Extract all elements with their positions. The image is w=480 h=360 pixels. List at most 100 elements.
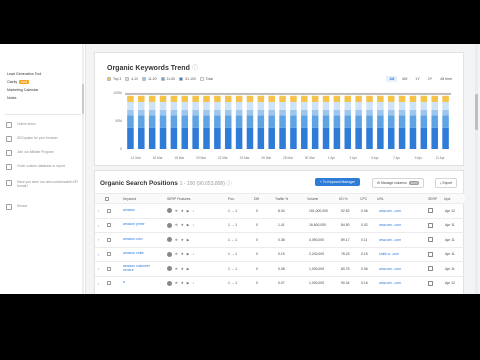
updated-date: Apr 11 [445,237,455,242]
sidebar-item[interactable]: SEOquake for your browser [6,136,82,142]
bar-11-20 [246,109,254,116]
legend-item[interactable]: 51-100 [179,77,196,81]
expand-icon[interactable]: › [98,233,99,247]
range-tab[interactable]: 1M [386,76,398,82]
range-tab[interactable]: All time [437,76,455,82]
sidebar-link[interactable]: Marketing Calendar [7,88,38,92]
bar-4-10 [138,101,145,110]
column-header[interactable]: Volume [307,194,318,203]
bar-top-3 [170,95,178,102]
sidebar-item[interactable]: Sensor [6,204,82,210]
column-header[interactable]: CPC [360,194,367,203]
column-header[interactable]: Traffic % [275,194,288,203]
legend-label: 21-50 [166,77,176,81]
row-checkbox[interactable] [107,219,111,233]
keyword-link[interactable]: amazon smile [123,248,161,262]
bar-11-20 [322,109,330,116]
row-checkbox[interactable] [107,248,111,262]
bar-4-10 [333,101,341,110]
keyword-link[interactable]: amazon [123,204,161,218]
sidebar-item-label: Join our Affiliate Program [17,150,54,154]
info-icon[interactable]: ⓘ [192,66,198,72]
kd-value: 80.76 [341,266,350,271]
legend-item[interactable]: 11-20 [142,77,157,81]
bar-11-20 [268,109,275,116]
table-row: › amazon.com ⊕ ★ ▶ 1 → 1 0 0.38 4,090,000 89.17… [95,232,465,247]
sidebar-item[interactable]: Online demo [6,122,82,128]
column-header[interactable]: URL [377,194,384,203]
expand-icon[interactable]: › [98,204,99,218]
url-link[interactable]: www.am...com [379,219,401,233]
sidebar-item-label: Have you seen our new customizable API f… [17,180,78,189]
url-link[interactable]: www.am...com [379,204,401,218]
range-tab[interactable]: 2Y [425,76,435,82]
serp-snapshot-icon[interactable] [428,248,433,262]
sidebar-item[interactable]: Join our Affiliate Program [6,150,82,156]
column-header[interactable]: Pos. [228,194,235,203]
serp-snapshot-icon[interactable] [428,219,433,233]
header-checkbox[interactable] [105,194,109,203]
url-link[interactable]: smile.a...com [379,248,399,262]
export-button[interactable]: ⤓ Export [435,178,458,188]
legend-item[interactable]: Total [199,77,213,81]
bar-21-50 [398,115,406,128]
serp-snapshot-icon[interactable] [428,204,433,218]
row-checkbox[interactable] [107,262,111,276]
bar-51-100 [344,127,352,149]
range-tab[interactable]: 6M [399,76,410,82]
expand-icon[interactable]: › [98,262,99,276]
keyword-link[interactable]: amazon customer service [123,262,161,276]
row-checkbox[interactable] [107,233,111,247]
legend-item[interactable]: Top 3 [107,77,121,81]
bar-4-10 [159,101,167,110]
bar-11-20 [257,109,265,116]
column-header[interactable]: SERP Features [167,194,191,203]
column-header[interactable]: Upd. [444,194,451,203]
sidebar-link[interactable]: Notes [7,96,16,100]
bar-top-3 [290,95,297,102]
row-checkbox[interactable] [107,277,111,291]
column-header[interactable]: SERP [428,194,437,203]
expand-icon[interactable]: › [98,248,99,262]
sidebar-link[interactable]: Lead Generation Tool [7,72,41,76]
column-header[interactable]: Diff [254,194,259,203]
kd-value: 89.17 [341,237,350,242]
sidebar-link-label: Marketing Calendar [7,88,39,92]
cpc-value: 0.02 [361,223,368,228]
manage-columns-button[interactable]: ⚙ Manage columns 14/20 [372,178,424,188]
url-link[interactable]: www.am...com [379,233,401,247]
sidebar-item[interactable]: Order custom database or report [6,164,82,170]
info-icon[interactable]: ⓘ [227,181,232,187]
serp-snapshot-icon[interactable] [428,277,433,291]
x-tick-label: 18 Mar [174,156,185,160]
sidebar-link[interactable]: Clarity NEW [7,80,29,84]
bar-4-10 [311,101,319,110]
serp-snapshot-icon[interactable] [428,233,433,247]
serp-snapshot-icon[interactable] [428,262,433,276]
keyword-link[interactable]: amazon.com [123,233,161,247]
expand-icon[interactable]: › [98,219,99,233]
url-link[interactable]: www.am...com [379,277,401,291]
serp-feature-icon [167,237,172,243]
expand-icon[interactable]: › [98,277,99,291]
kd-value: 78.23 [341,252,350,257]
bar-4-10 [246,101,254,110]
legend-swatch [125,77,130,81]
column-header[interactable]: KD % [339,194,348,203]
keyword-link[interactable]: a [123,277,161,291]
range-tab[interactable]: 1Y [412,76,422,82]
volume-value: 1,000,000 [309,281,325,286]
legend-item[interactable]: 21-50 [160,77,176,81]
to-keyword-manager-button[interactable]: + To Keyword Manager [315,178,360,186]
sidebar-scrollbar[interactable] [82,44,84,294]
url-link[interactable]: www.am...com [379,262,401,276]
bar-21-50 [355,115,362,128]
bar-11-20 [224,109,232,116]
sidebar-item[interactable]: Have you seen our new customizable API f… [6,180,82,188]
column-header[interactable]: Keyword [123,194,136,203]
sidebar-link-label: Notes [7,96,17,100]
page-scrollbar[interactable] [475,44,478,294]
legend-item[interactable]: 4-10 [125,77,138,81]
keyword-link[interactable]: amazon prime [123,219,161,233]
row-checkbox[interactable] [107,204,111,218]
